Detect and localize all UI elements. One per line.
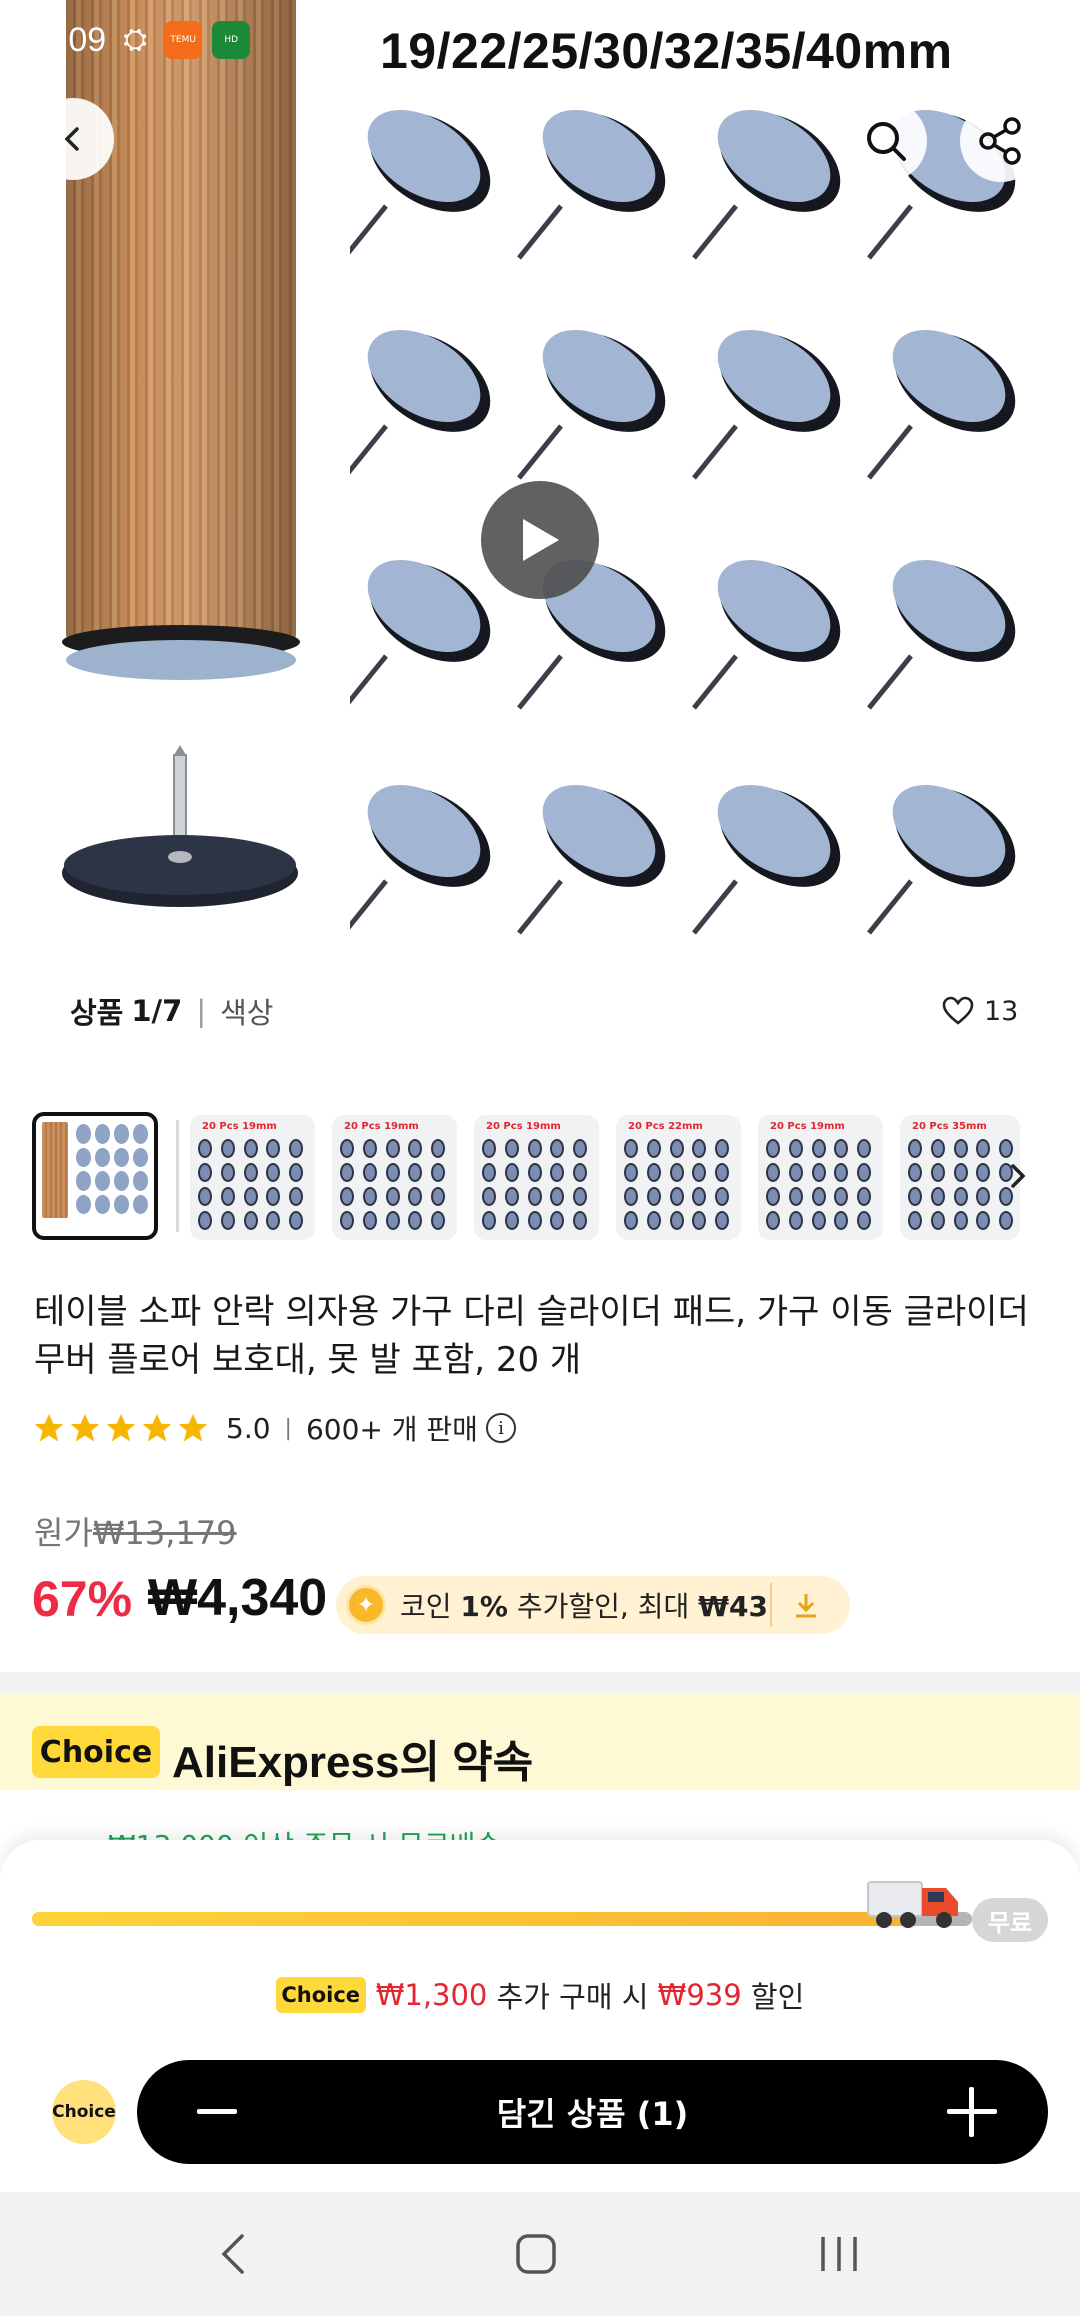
plus-icon bbox=[947, 2087, 997, 2137]
truck-icon bbox=[867, 1881, 958, 1928]
size-overlay-text: 19/22/25/30/32/35/40mm bbox=[380, 23, 953, 79]
star-icon bbox=[106, 1413, 136, 1442]
back-button[interactable] bbox=[32, 98, 114, 180]
status-bar: 1:09 ⛭ TEMU HD bbox=[40, 18, 251, 62]
thumbnail-6[interactable]: 20 Pcs 19mm bbox=[758, 1115, 883, 1240]
decrease-quantity-button[interactable] bbox=[189, 2090, 245, 2134]
thumbnail-2[interactable]: 20 Pcs 19mm bbox=[190, 1115, 315, 1240]
glides-grid-image bbox=[350, 110, 1060, 970]
thumbnail-1[interactable] bbox=[32, 1112, 158, 1240]
discount-percent: 67% bbox=[32, 1571, 133, 1627]
thumbnail-next-button[interactable] bbox=[990, 1148, 1046, 1204]
search-icon bbox=[867, 122, 906, 161]
progress-fill bbox=[32, 1912, 907, 1926]
star-rating bbox=[32, 1411, 210, 1445]
color-label: 색상 bbox=[220, 996, 274, 1030]
hyundai-icon: HD bbox=[212, 21, 251, 59]
choice-badge: Choice bbox=[32, 1726, 160, 1778]
system-recents-button[interactable] bbox=[804, 2224, 874, 2284]
search-button[interactable] bbox=[845, 100, 927, 182]
system-navigation-bar bbox=[0, 2192, 1080, 2316]
clock: 1:09 bbox=[40, 20, 107, 59]
original-price: 원가₩13,179 bbox=[34, 1514, 237, 1552]
temu-icon: TEMU bbox=[164, 21, 203, 59]
wishlist-count: 13 bbox=[984, 995, 1019, 1027]
cart-quantity-bar[interactable]: 담긴 상품 (1) bbox=[137, 2060, 1048, 2164]
download-icon bbox=[796, 1594, 816, 1618]
thumbnail-5[interactable]: 20 Pcs 22mm bbox=[616, 1115, 741, 1240]
star-icon bbox=[70, 1413, 100, 1442]
chevron-right-icon bbox=[1011, 1164, 1026, 1188]
home-icon bbox=[516, 2234, 556, 2274]
single-glide-image bbox=[62, 745, 298, 907]
rating-row[interactable]: 5.0 | 600+ 개 판매 i bbox=[32, 1408, 516, 1448]
teams-icon: ⛭ bbox=[123, 22, 148, 57]
sale-price: ₩4,340 bbox=[148, 1569, 328, 1627]
product-title: 테이블 소파 안락 의자용 가구 다리 슬라이더 패드, 가구 이동 글라이더 … bbox=[34, 1292, 1029, 1380]
download-coupon-button[interactable] bbox=[770, 1583, 840, 1627]
info-icon[interactable]: i bbox=[485, 1413, 516, 1443]
share-button[interactable] bbox=[960, 100, 1042, 182]
choice-promise-banner bbox=[0, 1694, 1080, 1790]
free-shipping-progress bbox=[32, 1912, 972, 1926]
image-position: 1/7 bbox=[131, 994, 183, 1028]
share-icon bbox=[979, 117, 1021, 165]
star-icon bbox=[178, 1413, 208, 1442]
thumbnail-strip[interactable]: 20 Pcs 19mm 20 Pcs 19mm 20 Pcs 19mm 20 P… bbox=[0, 1112, 1080, 1242]
chevron-left-icon bbox=[64, 127, 79, 151]
coin-discount-banner[interactable]: ✦ 코인 1% 추가할인, 최대 ₩43 bbox=[336, 1576, 850, 1634]
increase-quantity-button[interactable] bbox=[944, 2084, 1000, 2140]
star-icon bbox=[34, 1413, 64, 1442]
product-image-gallery[interactable]: 1:09 ⛭ TEMU HD 19/22/25/30/32/35/40mm 상품… bbox=[0, 0, 1080, 1080]
rating-value: 5.0 bbox=[226, 1411, 271, 1445]
cart-label: 담긴 상품 (1) bbox=[496, 2095, 689, 2133]
star-icon bbox=[142, 1413, 172, 1442]
play-video-button[interactable] bbox=[481, 481, 599, 599]
coin-icon: ✦ bbox=[346, 1585, 386, 1625]
system-back-button[interactable] bbox=[198, 2224, 268, 2284]
sold-count: 600+ 개 판매 bbox=[305, 1413, 478, 1446]
heart-icon bbox=[942, 996, 974, 1025]
back-icon bbox=[221, 2234, 244, 2274]
free-shipping-label: 무료 bbox=[972, 1898, 1048, 1942]
play-icon bbox=[523, 519, 559, 561]
promise-title: AliExpress의 약속 bbox=[172, 1738, 534, 1787]
choice-promo-line: Choice ₩1,300 추가 구매 시 ₩939 할인 bbox=[0, 1974, 1080, 2016]
wishlist-button[interactable]: 13 bbox=[920, 980, 1041, 1042]
thumbnail-3[interactable]: 20 Pcs 19mm bbox=[332, 1115, 457, 1240]
recents-icon bbox=[821, 2237, 857, 2271]
choice-badge-small: Choice bbox=[275, 1977, 366, 2013]
choice-circle-logo: Choice bbox=[52, 2080, 116, 2144]
image-counter: 상품 1/7 | 색상 bbox=[34, 980, 310, 1042]
minus-icon bbox=[197, 2109, 237, 2114]
thumbnail-4[interactable]: 20 Pcs 19mm bbox=[474, 1115, 599, 1240]
system-home-button[interactable] bbox=[501, 2224, 571, 2284]
